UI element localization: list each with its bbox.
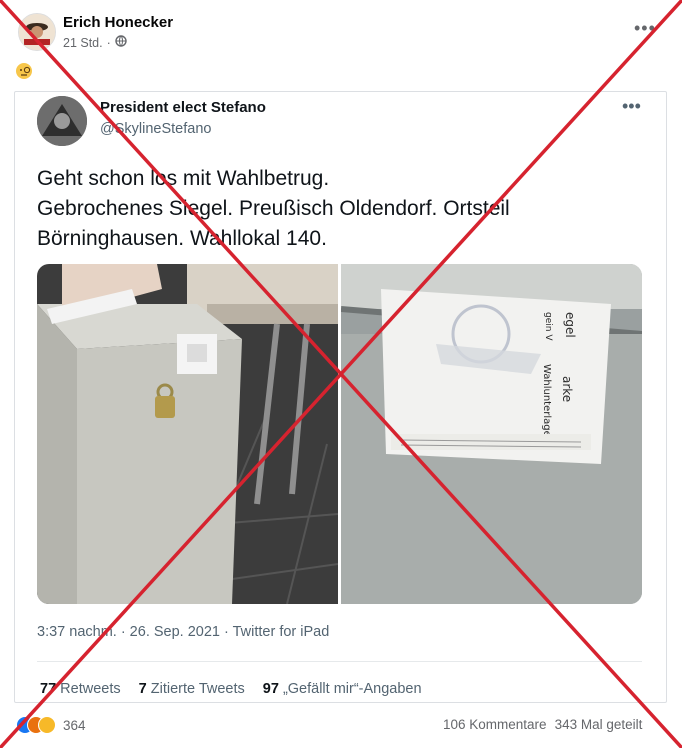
quotes-count: 7 [138,681,147,697]
globe-icon [115,35,127,50]
tweet-text-line: Geht schon los mit Wahlbetrug. [37,167,330,190]
tweet-timestamp[interactable]: 3:37 nachm. · 26. Sep. 2021 · Twitter fo… [37,624,329,640]
tweet-handle[interactable]: @SkylineStefano [100,121,211,137]
shares-count[interactable]: 343 Mal geteilt [555,717,643,732]
engagement-summary: 106 Kommentare 343 Mal geteilt [443,717,642,732]
quotes-label: Zitierte Tweets [150,681,245,697]
ballot-box-photo[interactable] [37,264,338,604]
tweet-text: Geht schon los mit Wahlbetrug. Gebrochen… [37,164,637,254]
seal-text: egel [563,312,577,338]
tweet-options-icon: ••• [622,96,641,116]
post-author-name[interactable]: Erich Honecker [63,14,173,31]
reaction-count: 364 [63,717,86,733]
retweets-stat[interactable]: 77 Retweets [40,681,121,697]
wow-reaction-icon [38,716,56,734]
monocle-face-emoji [15,62,33,80]
tweet-divider [37,661,642,662]
post-meta: 21 Std. · [63,35,127,50]
reactions-summary[interactable]: 364 [16,716,86,734]
tweet-stats: 77 Retweets 7 Zitierte Tweets 97 „Gefäll… [40,681,422,697]
separator-dot: · [106,35,111,50]
tweet-display-name[interactable]: President elect Stefano [100,99,266,116]
retweets-label: Retweets [60,681,121,697]
tweet-text-line: Gebrochenes Siegel. Preußisch Oldendorf.… [37,197,510,220]
tweet-author-avatar[interactable] [37,96,87,146]
post-options-icon[interactable]: ••• [634,18,656,39]
author-avatar[interactable] [18,13,56,51]
likes-count: 97 [262,681,279,697]
retweets-count: 77 [40,681,57,697]
likes-label: „Gefällt mir“-Angaben [282,681,422,697]
likes-stat[interactable]: 97 „Gefällt mir“-Angaben [263,681,422,697]
tweet-text-line: Börninghausen. Wahllokal 140. [37,227,327,250]
quotes-stat[interactable]: 7 Zitierte Tweets [139,681,245,697]
seal-text: arke [560,376,574,402]
comments-count[interactable]: 106 Kommentare [443,717,547,732]
post-time[interactable]: 21 Std. [63,36,103,50]
seal-text: Wahlunterlagen [541,364,552,443]
seal-text: gein V [543,312,553,341]
broken-seal-photo[interactable]: egel gein V arke Wahlunterlagen [341,264,642,604]
